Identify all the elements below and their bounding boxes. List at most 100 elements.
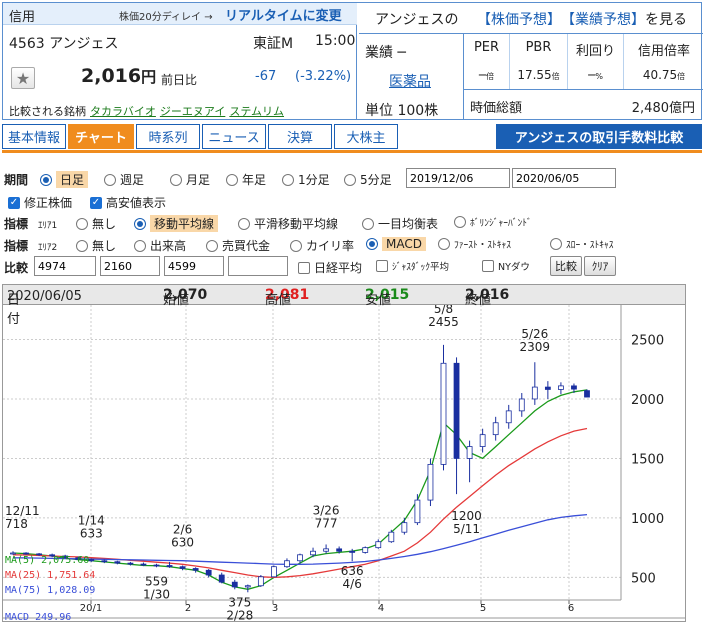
related-stock-link[interactable]: ステムリム — [229, 105, 284, 118]
compare-code-input[interactable] — [228, 256, 288, 276]
area1-ichimoku-radio[interactable]: 一目均衡表 — [362, 215, 438, 232]
x-tick-label: 20/1 — [80, 603, 102, 614]
compare-code-input[interactable] — [164, 256, 224, 276]
price-forecast-link[interactable]: 【株価予想】 — [477, 9, 561, 29]
related-stock-link[interactable]: タカラバイオ — [90, 105, 156, 118]
area2-macd-radio[interactable]: MACD — [366, 237, 426, 251]
ohlc-low: 安値 2,015 — [365, 287, 410, 308]
candle-body — [401, 522, 408, 533]
ma25-legend: MA(25) 1,751.64 — [5, 570, 96, 581]
date-to-input[interactable] — [512, 168, 616, 188]
nikkei-checkbox[interactable]: 日経平均 — [298, 259, 362, 276]
period-row: 期間 日足 週足 月足 年足 1分足 5分足 — [4, 168, 704, 188]
nydow-checkbox[interactable]: NYダウ — [482, 259, 530, 273]
forecast-links: アンジェスの 【株価予想】 【業績予想】 を見る — [359, 3, 703, 33]
change-label: 前日比 — [161, 73, 198, 87]
annotation-label: 4/6 — [343, 577, 362, 591]
tab-earnings[interactable]: 決算 — [268, 124, 332, 149]
candle-body — [479, 434, 486, 447]
area2-deviation-radio[interactable]: カイリ率 — [290, 237, 354, 254]
tab-underline — [2, 150, 702, 153]
area2-turnover-radio[interactable]: 売買代金 — [206, 237, 270, 254]
jasdaq-checkbox[interactable]: ｼﾞｬｽﾀﾞｯｸ平均 — [376, 259, 449, 273]
candle-body — [440, 362, 447, 465]
annotation-label: 1/14 — [78, 513, 105, 527]
period-1min-radio[interactable]: 1分足 — [282, 171, 330, 188]
candle-body — [192, 568, 199, 571]
earnings-forecast-link[interactable]: 【業績予想】 — [561, 9, 645, 29]
annotation-label: 636 — [341, 564, 364, 578]
industry-link[interactable]: 医薬品 — [389, 71, 431, 91]
stock-header: 信用 株価20分ディレイ → リアルタイムに変更 4563 アンジェス 東証M … — [2, 2, 704, 120]
highlow-checkbox[interactable]: ✓ 高安値表示 — [90, 194, 166, 211]
related-stock-link[interactable]: ジーエヌアイ — [160, 105, 225, 118]
tab-shareholders[interactable]: 大株主 — [334, 124, 398, 149]
compare-code-input[interactable] — [100, 256, 160, 276]
annotation-label: 12/11 — [5, 504, 40, 518]
tab-basic-info[interactable]: 基本情報 — [2, 124, 66, 149]
candle-body — [427, 463, 434, 501]
area2-volume-radio[interactable]: 出来高 — [134, 237, 186, 254]
tab-news[interactable]: ニュース — [202, 124, 266, 149]
candle-body — [101, 560, 108, 563]
ratio-label: 信用倍率 — [637, 44, 690, 59]
period-yearly-radio[interactable]: 年足 — [226, 171, 266, 188]
period-daily-radio[interactable]: 日足 — [40, 171, 89, 188]
x-tick-label: 3 — [272, 603, 278, 614]
candle-body — [518, 398, 525, 412]
ohlc-bar: 日付 2020/06/05 始値 2,070 高値 2,081 安値 2,015… — [3, 285, 685, 327]
ratio-label: 利回り — [575, 44, 615, 59]
area2-label: ｴﾘｱ2 — [38, 243, 58, 253]
forecast-prefix: アンジェスの — [375, 12, 459, 28]
candle-body — [388, 531, 395, 543]
price-change: -67 — [255, 69, 277, 84]
yen-unit: 円 — [141, 68, 157, 86]
industry-info: 業績 ─ 医薬品 単位 100株 — [359, 33, 463, 119]
period-weekly-radio[interactable]: 週足 — [104, 171, 144, 188]
candle-body — [571, 385, 577, 390]
annotation-label: 633 — [80, 526, 103, 540]
x-tick-label: 4 — [378, 603, 384, 614]
period-5min-radio[interactable]: 5分足 — [344, 171, 392, 188]
annotation-label: 1200 — [451, 509, 482, 523]
candle-body — [166, 565, 173, 568]
candlestick-plot[interactable]: 500 1000 1500 2000 2500 20/1 2 3 4 5 6 12/11718 1/14… — [3, 305, 685, 621]
delay-note: 株価20分ディレイ → — [119, 12, 213, 23]
area2-fast-stoch-radio[interactable]: ﾌｧｰｽﾄ・ｽﾄｷｬｽ — [438, 237, 511, 251]
candle-body — [257, 576, 264, 587]
candle-body — [492, 422, 499, 436]
favorite-star-icon[interactable]: ★ — [11, 67, 35, 89]
ratio-margin: 信用倍率 40.75倍 — [624, 34, 704, 90]
compare-code-input[interactable] — [34, 256, 96, 276]
market-cap-value: 2,480億円 — [631, 101, 695, 116]
candle-body — [453, 362, 460, 459]
area1-label: ｴﾘｱ1 — [38, 221, 58, 231]
indicator-area1-row: 指標 ｴﾘｱ1 無し 移動平均線 平滑移動平均線 一目均衡表 ﾎﾞﾘﾝｼﾞｬｰﾊ… — [4, 213, 704, 232]
area2-none-radio[interactable]: 無し — [76, 237, 116, 254]
ratio-per: PER ─倍 — [464, 34, 510, 90]
ma75-legend: MA(75) 1,028.09 — [5, 585, 96, 596]
annotation-label: 777 — [315, 516, 338, 530]
area1-smoothed-ma-radio[interactable]: 平滑移動平均線 — [238, 215, 338, 232]
period-monthly-radio[interactable]: 月足 — [170, 171, 210, 188]
annotation-label: 5/26 — [521, 327, 548, 341]
date-from-input[interactable] — [406, 168, 510, 188]
market-label: 東証M — [253, 36, 294, 52]
candle-body — [336, 548, 343, 552]
candle-body — [375, 541, 382, 549]
area1-none-radio[interactable]: 無し — [76, 215, 116, 232]
annotation-label: 2309 — [520, 340, 551, 354]
realtime-link[interactable]: リアルタイムに変更 — [225, 5, 342, 24]
area1-bollinger-radio[interactable]: ﾎﾞﾘﾝｼﾞｬｰﾊﾞﾝﾄﾞ — [454, 215, 532, 229]
adjusted-price-checkbox[interactable]: ✓ 修正株価 — [8, 194, 72, 211]
tab-chart[interactable]: チャート — [68, 124, 134, 149]
clear-button[interactable]: ｸﾘｱ — [584, 256, 616, 276]
fee-compare-button[interactable]: アンジェスの取引手数料比較 — [496, 124, 702, 149]
candle-body — [218, 574, 225, 583]
area1-ma-radio[interactable]: 移動平均線 — [134, 215, 219, 232]
area2-slow-stoch-radio[interactable]: ｽﾛｰ・ｽﾄｷｬｽ — [550, 237, 614, 251]
tab-timeseries[interactable]: 時系列 — [136, 124, 200, 149]
candle-body — [271, 566, 277, 578]
stock-code-name: 4563 アンジェス — [9, 36, 119, 52]
compare-button[interactable]: 比較 — [550, 256, 582, 276]
